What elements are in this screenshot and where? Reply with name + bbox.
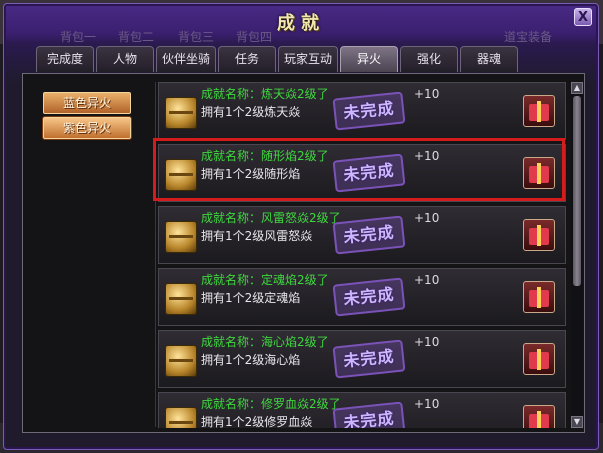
gift-box-icon[interactable] bbox=[523, 95, 555, 127]
achievement-name: 成就名称：风雷怒焱2级了 bbox=[201, 211, 341, 225]
achievement-list: 成就名称：炼天焱2级了 拥有1个2级炼天焱 未完成 +10 成就名称：随形焰2级… bbox=[158, 82, 568, 428]
reward-points: +10 bbox=[414, 397, 440, 411]
incomplete-stamp: 未完成 bbox=[332, 91, 406, 131]
incomplete-stamp: 未完成 bbox=[332, 401, 406, 428]
treasure-chest-icon bbox=[165, 221, 197, 253]
tab-player-interaction[interactable]: 玩家互动 bbox=[278, 46, 338, 72]
tab-completion[interactable]: 完成度 bbox=[36, 46, 94, 72]
reward-points: +10 bbox=[414, 335, 440, 349]
achievement-desc: 拥有1个2级定魂焰 bbox=[201, 291, 301, 305]
achievement-name: 成就名称：海心焰2级了 bbox=[201, 335, 329, 349]
tab-artifact-soul[interactable]: 器魂 bbox=[460, 46, 518, 72]
tab-partner-mount[interactable]: 伙伴坐骑 bbox=[156, 46, 216, 72]
incomplete-stamp: 未完成 bbox=[332, 339, 406, 379]
close-button[interactable]: X bbox=[574, 8, 592, 26]
achievement-row[interactable]: 成就名称：炼天焱2级了 拥有1个2级炼天焱 未完成 +10 bbox=[158, 82, 566, 140]
incomplete-stamp: 未完成 bbox=[332, 215, 406, 255]
category-tabs: 完成度 人物 伙伴坐骑 任务 玩家互动 异火 强化 器魂 bbox=[36, 46, 520, 74]
achievement-row[interactable]: 成就名称：随形焰2级了 拥有1个2级随形焰 未完成 +10 bbox=[158, 144, 566, 202]
reward-points: +10 bbox=[414, 211, 440, 225]
panel-divider bbox=[155, 82, 156, 427]
achievement-desc: 拥有1个2级炼天焱 bbox=[201, 105, 301, 119]
reward-points: +10 bbox=[414, 87, 440, 101]
sidebar-item-blue-fire[interactable]: 蓝色异火 bbox=[43, 92, 131, 114]
gift-box-icon[interactable] bbox=[523, 343, 555, 375]
achievement-name: 成就名称：修罗血焱2级了 bbox=[201, 397, 341, 411]
reward-points: +10 bbox=[414, 273, 440, 287]
achievement-desc: 拥有1个2级海心焰 bbox=[201, 353, 301, 367]
achievement-name: 成就名称：随形焰2级了 bbox=[201, 149, 329, 163]
achievement-desc: 拥有1个2级风雷怒焱 bbox=[201, 229, 313, 243]
scroll-up-button[interactable]: ▲ bbox=[571, 82, 583, 94]
tab-character[interactable]: 人物 bbox=[96, 46, 154, 72]
achievement-row[interactable]: 成就名称：海心焰2级了 拥有1个2级海心焰 未完成 +10 bbox=[158, 330, 566, 388]
gift-box-icon[interactable] bbox=[523, 405, 555, 428]
scroll-down-button[interactable]: ▼ bbox=[571, 416, 583, 428]
content-panel: 蓝色异火 紫色异火 成就名称：炼天焱2级了 拥有1个2级炼天焱 未完成 +10 … bbox=[22, 73, 585, 433]
treasure-chest-icon bbox=[165, 345, 197, 377]
incomplete-stamp: 未完成 bbox=[332, 153, 406, 193]
treasure-chest-icon bbox=[165, 159, 197, 191]
gift-box-icon[interactable] bbox=[523, 281, 555, 313]
achievement-row[interactable]: 成就名称：修罗血焱2级了 拥有1个2级修罗血焱 未完成 +10 bbox=[158, 392, 566, 428]
achievement-name: 成就名称：炼天焱2级了 bbox=[201, 87, 329, 101]
reward-points: +10 bbox=[414, 149, 440, 163]
scroll-thumb[interactable] bbox=[573, 96, 581, 286]
tab-strange-fire[interactable]: 异火 bbox=[340, 46, 398, 72]
achievement-desc: 拥有1个2级随形焰 bbox=[201, 167, 301, 181]
treasure-chest-icon bbox=[165, 283, 197, 315]
scrollbar[interactable]: ▲ ▼ bbox=[571, 82, 583, 428]
treasure-chest-icon bbox=[165, 407, 197, 428]
achievement-row[interactable]: 成就名称：风雷怒焱2级了 拥有1个2级风雷怒焱 未完成 +10 bbox=[158, 206, 566, 264]
gift-box-icon[interactable] bbox=[523, 157, 555, 189]
treasure-chest-icon bbox=[165, 97, 197, 129]
gift-box-icon[interactable] bbox=[523, 219, 555, 251]
sidebar-item-purple-fire[interactable]: 紫色异火 bbox=[43, 117, 131, 139]
achievement-desc: 拥有1个2级修罗血焱 bbox=[201, 415, 313, 428]
window-title: 成就 bbox=[277, 13, 325, 34]
achievement-window: 背包一 背包二 背包三 背包四 道宝装备 成就 X 完成度 人物 伙伴坐骑 任务… bbox=[3, 3, 599, 450]
achievement-row[interactable]: 成就名称：定魂焰2级了 拥有1个2级定魂焰 未完成 +10 bbox=[158, 268, 566, 326]
tab-quest[interactable]: 任务 bbox=[218, 46, 276, 72]
incomplete-stamp: 未完成 bbox=[332, 277, 406, 317]
achievement-name: 成就名称：定魂焰2级了 bbox=[201, 273, 329, 287]
tab-enhance[interactable]: 强化 bbox=[400, 46, 458, 72]
